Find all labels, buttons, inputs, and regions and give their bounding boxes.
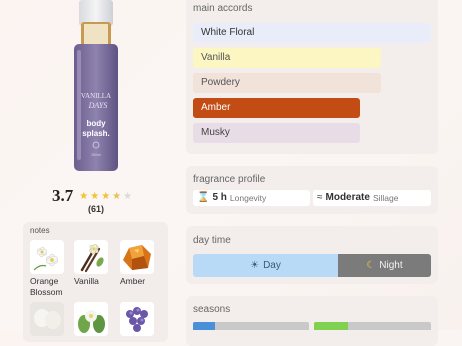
note-orange-blossom[interactable]: Orange Blossom — [30, 240, 68, 298]
main-accords-card: main accords White Floral Vanilla Powder… — [186, 0, 438, 154]
star-empty-icon: ★ — [123, 190, 133, 202]
accord-label: White Floral — [201, 27, 255, 38]
season-bar-fill — [314, 322, 348, 330]
notes-title: notes — [30, 226, 50, 235]
sillage-box: ≈ Moderate Sillage — [313, 190, 431, 206]
note-label: Vanilla — [74, 276, 99, 286]
notes-card: notes Orange Blossom Vanilla Amber — [23, 222, 168, 342]
bottle-text-volume: 250ml — [91, 153, 101, 157]
accord-label: Powdery — [201, 77, 240, 88]
night-label: Night — [379, 260, 403, 271]
moon-icon: ☾ — [366, 260, 376, 271]
sillage-value: Moderate — [325, 192, 370, 203]
night-bar: ☾ Night — [338, 254, 431, 277]
star-half-icon: ★ — [112, 190, 122, 202]
note-amber[interactable]: Amber — [120, 240, 158, 287]
day-label: Day — [263, 260, 281, 271]
season-bar-fill — [193, 322, 215, 330]
green-flowers-icon — [74, 302, 108, 336]
bottle-text-vanilla: VANILLA — [81, 92, 111, 100]
hourglass-icon: ⌛ — [197, 192, 210, 203]
rating-count: (61) — [88, 204, 105, 214]
amber-icon — [120, 240, 154, 274]
note-label: Amber — [120, 276, 146, 286]
longevity-box: ⌛ 5 h Longevity — [193, 190, 310, 206]
note-vanilla[interactable]: Vanilla — [74, 240, 112, 287]
white-note-icon — [30, 302, 64, 336]
fragrance-profile-title: fragrance profile — [193, 174, 266, 185]
day-time-title: day time — [193, 235, 231, 246]
longevity-label: Longevity — [229, 193, 267, 203]
bottle-text-body: body — [86, 119, 106, 128]
bottle-text-days: DAYS — [88, 101, 108, 110]
fragrance-profile-card: fragrance profile ⌛ 5 h Longevity ≈ Mode… — [186, 166, 438, 214]
seasons-card: seasons — [186, 296, 438, 346]
note-green-flowers[interactable] — [74, 302, 112, 336]
vanilla-icon — [74, 240, 108, 274]
star-icon: ★ — [79, 190, 89, 202]
accord-bar-white-floral: White Floral — [193, 23, 431, 43]
rating-value: 3.7 — [52, 186, 74, 205]
bottle-text-splash: splash. — [82, 129, 110, 138]
note-white[interactable] — [30, 302, 68, 336]
star-icon: ★ — [90, 190, 100, 202]
seasons-title: seasons — [193, 304, 231, 315]
day-bar: ☀ Day — [193, 254, 338, 277]
accord-label: Musky — [201, 127, 230, 138]
accord-label: Amber — [201, 102, 231, 113]
product-bottle-image: VANILLA DAYS body splash. 250ml — [74, 0, 118, 171]
sun-icon: ☀ — [250, 260, 260, 271]
accord-bar-musky: Musky — [193, 123, 360, 143]
orange-blossom-icon — [30, 240, 64, 274]
waves-icon: ≈ — [317, 192, 323, 203]
main-accords-title: main accords — [193, 3, 253, 14]
star-icon: ★ — [101, 190, 111, 202]
accord-bar-amber: Amber — [193, 98, 360, 118]
season-bar — [314, 322, 431, 330]
accord-bar-vanilla: Vanilla — [193, 48, 381, 68]
rating-summary: 3.7 ★ ★ ★ ★ ★ — [52, 186, 132, 206]
rating-stars: ★ ★ ★ ★ ★ — [79, 191, 132, 202]
longevity-value: 5 h — [212, 192, 227, 203]
accord-label: Vanilla — [201, 52, 231, 63]
note-purple-flowers[interactable] — [120, 302, 158, 336]
purple-flowers-icon — [120, 302, 154, 336]
sillage-label: Sillage — [372, 193, 399, 203]
accord-bar-powdery: Powdery — [193, 73, 381, 93]
note-label: Orange Blossom — [30, 276, 63, 297]
season-bar — [193, 322, 309, 330]
